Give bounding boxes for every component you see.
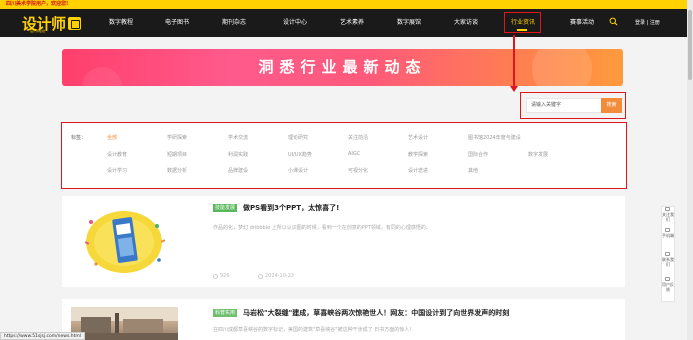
nav-item-tutorials[interactable]: 数字教程: [104, 9, 138, 37]
post-category-badge[interactable]: 科普实用: [213, 309, 238, 317]
thumbnail-illustration: [71, 204, 178, 278]
welcome-notice: 四川美术学院用户，欢迎您!: [6, 1, 69, 7]
search-button[interactable]: 搜索: [601, 98, 622, 113]
tag-item[interactable]: 可视分化: [348, 167, 368, 174]
nav-item-events[interactable]: 赛事活动: [565, 9, 599, 37]
status-bar-url: https://www.51sjsj.com/news.html: [0, 332, 85, 340]
tag-item[interactable]: 其他: [468, 167, 478, 174]
contact-icon: [665, 252, 670, 256]
tag-item[interactable]: 数据分析: [167, 167, 187, 174]
news-banner: 洞悉行业最新动态: [62, 49, 623, 86]
search-icon[interactable]: [609, 17, 618, 26]
nav-item-design-center[interactable]: 设计中心: [278, 9, 312, 37]
tag-item[interactable]: 小课设计: [288, 167, 308, 174]
tags-label: 标签：: [71, 135, 87, 141]
nav-item-art-literacy[interactable]: 艺术素养: [335, 9, 369, 37]
feedback-icon: [665, 277, 670, 281]
active-nav-underline: [517, 29, 527, 31]
nav-item-journals[interactable]: 期刊杂志: [217, 9, 251, 37]
nav-item-ebooks[interactable]: 电子图书: [160, 9, 194, 37]
logo-subtitle: 设计师在线: [30, 29, 46, 33]
tag-item[interactable]: 艺术设计: [408, 134, 428, 141]
tag-item[interactable]: 理论研究: [288, 134, 308, 141]
clock-icon: [258, 273, 263, 279]
post-excerpt: 在四川成都草喜峡谷的数字标记，美国的建筑"草喜峡谷"被这种干涉成了 日书方面的惊…: [213, 327, 412, 333]
eye-icon: [213, 273, 218, 279]
site-logo[interactable]: 设计师 设计师在线: [22, 14, 81, 33]
tag-item[interactable]: 设计教育: [107, 151, 127, 158]
post-excerpt: 作品的化，梦幻 dribbble 上所以认识图的时候，看到一个在创意的PPT领域…: [213, 225, 431, 231]
post-thumbnail[interactable]: [71, 204, 178, 278]
tag-item[interactable]: 学研探索: [167, 134, 187, 141]
post-date: 2024-10-23: [258, 273, 294, 279]
post-date-text: 2024-10-23: [265, 273, 295, 279]
banner-title: 洞悉行业最新动态: [258, 58, 427, 76]
tag-item[interactable]: 全部: [107, 134, 117, 141]
tag-item[interactable]: 数字发展: [528, 151, 548, 158]
keyword-search-input[interactable]: 请输入关键字: [526, 98, 602, 113]
main-nav: 设计师 设计师在线 数字教程 电子图书 期刊杂志 设计中心 艺术素养 数字展馆 …: [0, 9, 693, 37]
sidebar-item-contact[interactable]: 联系我们: [661, 257, 675, 267]
sidebar-item-feedback[interactable]: 用户反馈: [661, 282, 675, 292]
nav-item-digital-gallery[interactable]: 数字展馆: [392, 9, 426, 37]
phone-icon: [665, 228, 670, 232]
tag-item[interactable]: 国际合作: [468, 151, 488, 158]
sidebar-item-mobile[interactable]: 手机端: [661, 233, 675, 238]
post-category-badge[interactable]: 技能发展: [213, 204, 238, 212]
nav-item-interviews[interactable]: 大家访谈: [449, 9, 483, 37]
tag-item[interactable]: 学术交流: [228, 134, 248, 141]
annotation-arrow-head: [510, 86, 518, 92]
post-title[interactable]: 做PS看到3个PPT，太惊喜了!: [243, 203, 339, 213]
tag-item[interactable]: AIGC: [348, 151, 360, 157]
annotation-arrow-line: [513, 35, 515, 88]
login-register-link[interactable]: 登录 | 注册: [635, 9, 660, 37]
post-view-count: 926: [220, 273, 230, 279]
tag-item[interactable]: 设计学习: [107, 167, 127, 174]
scrollbar-thumb[interactable]: [688, 10, 692, 80]
tag-item[interactable]: 教学探索: [408, 151, 428, 158]
post-thumbnail[interactable]: [71, 307, 178, 340]
post-views: 926: [213, 273, 230, 279]
tag-item[interactable]: 品牌建设: [228, 167, 248, 174]
post-title[interactable]: 马岩松"大裂缝"建成，草喜峡谷两次惊艳世人！网友：中国设计到了向世界发声的时刻: [243, 308, 509, 318]
sidebar-item-follow[interactable]: 关注我们: [661, 212, 675, 222]
tag-item[interactable]: 设计迭进: [408, 167, 428, 174]
top-notice-bar: 四川美术学院用户，欢迎您!: [0, 0, 693, 9]
thumbnail-illustration: [71, 307, 178, 340]
tag-item[interactable]: 图书馆2024年度与建设: [468, 134, 521, 141]
tag-item[interactable]: 短期项目: [167, 151, 187, 158]
logo-badge-icon: [67, 16, 81, 30]
tag-item[interactable]: 利润实践: [228, 151, 248, 158]
tag-item[interactable]: 关注前沿: [348, 134, 368, 141]
tag-item[interactable]: UI/UX趋势: [288, 151, 312, 158]
follow-icon: [665, 207, 670, 211]
